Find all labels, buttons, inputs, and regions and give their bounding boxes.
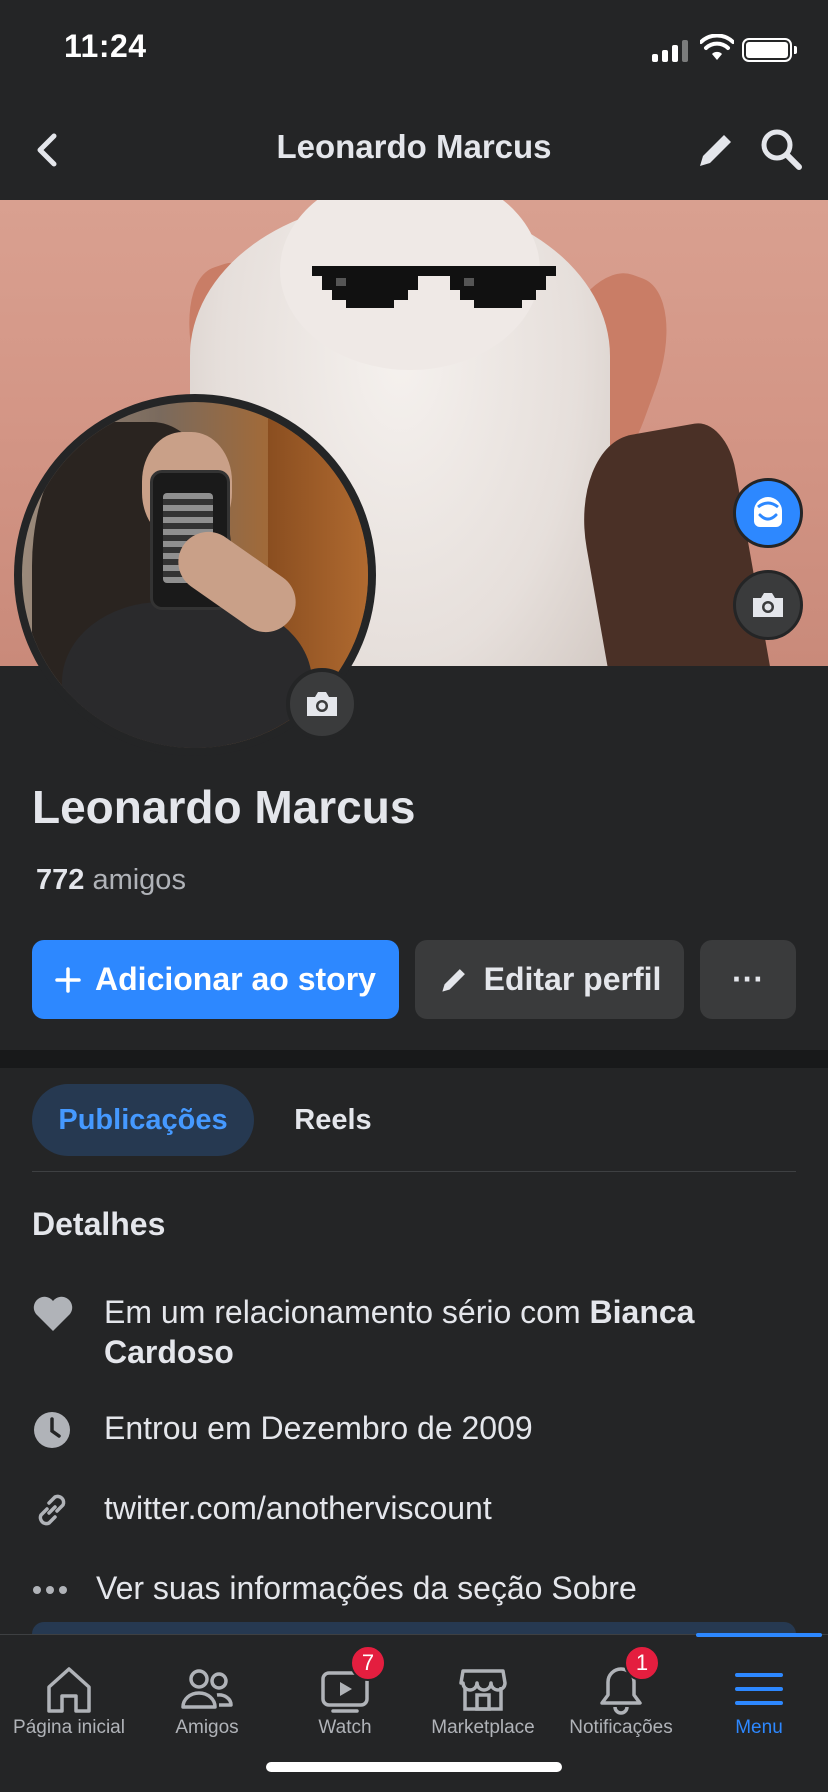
status-bar: 11:24 [0, 0, 828, 100]
pixel-glasses-icon [312, 266, 556, 308]
detail-link[interactable]: twitter.com/anotherviscount [32, 1488, 754, 1532]
edit-profile-label: Editar perfil [483, 961, 662, 997]
plus-icon [55, 966, 81, 993]
nav-menu-label: Menu [735, 1717, 783, 1738]
avatar-button[interactable] [733, 478, 803, 548]
nav-notifications[interactable]: 1 Notificações [552, 1635, 690, 1755]
detail-about[interactable]: Ver suas informações da seção Sobre [32, 1568, 746, 1612]
clock-icon [32, 1408, 88, 1452]
nav-home[interactable]: Página inicial [0, 1635, 138, 1755]
nav-watch-label: Watch [318, 1717, 372, 1738]
friends-number: 772 [36, 864, 85, 896]
cover-camera-button[interactable] [733, 570, 803, 640]
about-text[interactable]: Ver suas informações da seção Sobre [96, 1568, 746, 1608]
friends-icon [181, 1669, 233, 1709]
camera-icon [307, 692, 337, 716]
watch-badge: 7 [350, 1645, 386, 1681]
joined-text: Entrou em Dezembro de 2009 [104, 1410, 533, 1446]
friends-count[interactable]: 772 amigos [36, 864, 186, 897]
divider [32, 1171, 796, 1172]
nav-marketplace-label: Marketplace [431, 1717, 535, 1738]
nav-friends[interactable]: Amigos [138, 1635, 276, 1755]
tab-reels[interactable]: Reels [276, 1084, 390, 1156]
edit-profile-button[interactable]: Editar perfil [415, 940, 684, 1019]
link-icon [32, 1488, 88, 1532]
avatar-icon [754, 497, 782, 527]
nav-notifications-label: Notificações [569, 1717, 673, 1738]
home-icon [47, 1667, 91, 1713]
friends-label: amigos [92, 864, 186, 896]
marketplace-icon [459, 1669, 507, 1711]
nav-watch[interactable]: 7 Watch [276, 1635, 414, 1755]
tab-posts[interactable]: Publicações [32, 1084, 254, 1156]
nav-friends-label: Amigos [175, 1717, 239, 1738]
more-icon: ··· [732, 961, 764, 997]
profile-name: Leonardo Marcus [32, 781, 416, 833]
nav-home-label: Página inicial [13, 1717, 125, 1738]
status-time: 11:24 [64, 28, 147, 64]
detail-joined: Entrou em Dezembro de 2009 [32, 1408, 754, 1452]
section-divider [0, 1050, 828, 1068]
more-dots-icon [32, 1568, 82, 1612]
profile-camera-button[interactable] [286, 668, 358, 740]
camera-icon [753, 593, 783, 617]
heart-icon [32, 1292, 88, 1336]
menu-icon [735, 1673, 783, 1705]
nav-marketplace[interactable]: Marketplace [414, 1635, 552, 1755]
pencil-icon [438, 964, 470, 996]
add-story-button[interactable]: Adicionar ao story [32, 940, 399, 1019]
signal-icon [652, 40, 688, 62]
link-text[interactable]: twitter.com/anotherviscount [104, 1488, 754, 1528]
home-indicator[interactable] [266, 1762, 562, 1772]
details-heading: Detalhes [32, 1206, 166, 1242]
wifi-icon [700, 34, 734, 60]
battery-icon [742, 38, 797, 62]
add-story-label: Adicionar ao story [95, 961, 376, 997]
top-nav: Leonardo Marcus [0, 100, 828, 200]
search-icon[interactable] [758, 126, 804, 172]
nav-menu[interactable]: Menu [690, 1635, 828, 1755]
pencil-icon[interactable] [694, 128, 738, 172]
notifications-badge: 1 [624, 1645, 660, 1681]
more-options-button[interactable]: ··· [700, 940, 796, 1019]
relationship-text: Em um relacionamento sério com [104, 1294, 581, 1330]
detail-relationship: Em um relacionamento sério com Bianca Ca… [32, 1292, 754, 1372]
